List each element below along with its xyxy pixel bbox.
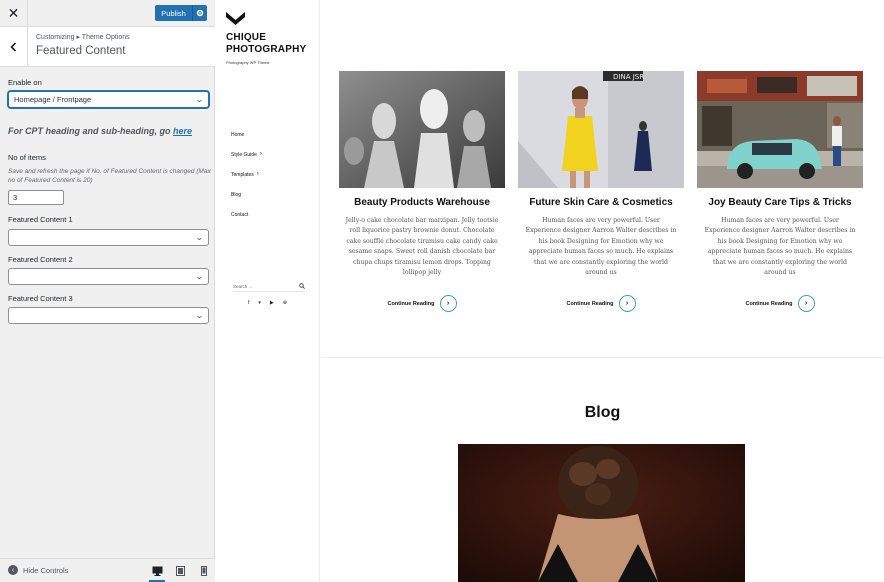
featured-1-label: Featured Content 1 (8, 215, 73, 224)
blog-post-image[interactable] (458, 444, 745, 582)
hide-controls-button[interactable]: ‹ Hide Controls (8, 565, 68, 575)
breadcrumb: Customizing ▸ Theme Options (36, 34, 130, 41)
continue-reading-link[interactable]: Continue Reading › (339, 295, 505, 312)
hide-controls-label[interactable]: Hide Controls (23, 566, 68, 575)
featured-card-title[interactable]: Joy Beauty Care Tips & Tricks (697, 197, 863, 208)
site-tagline: Photography WP Theme (226, 60, 270, 65)
customizer-panel: ✕ Publish Customizing ▸ Theme Options Fe… (0, 0, 215, 582)
arrow-right-icon[interactable]: › (618, 295, 636, 312)
blog-heading: Blog (584, 404, 621, 421)
site-main: Beauty Products Warehouse Jelly-o cake c… (321, 0, 884, 582)
nav-label[interactable]: Style Guide (231, 152, 257, 158)
section-header: Customizing ▸ Theme Options Featured Con… (0, 27, 215, 67)
featured-card: DINA JSR Future Skin Care & Cosmetics Hu… (518, 71, 684, 312)
desktop-preview-icon[interactable] (149, 565, 165, 582)
enable-on-select[interactable]: Homepage / Frontpage ⌄ (8, 91, 209, 108)
nav-label[interactable]: Blog (231, 192, 241, 198)
close-icon[interactable]: ✕ (0, 0, 28, 27)
site-nav: Home Style Guide › Templates › Blog Contac… (231, 132, 262, 232)
chevron-down-icon: ⌄ (195, 272, 205, 281)
featured-image-street[interactable] (697, 71, 863, 188)
arrow-right-icon[interactable]: › (797, 295, 815, 312)
cpt-link[interactable]: here (173, 126, 192, 136)
site-title-line1[interactable]: CHIQUE (226, 32, 306, 44)
site-title[interactable]: CHIQUE PHOTOGRAPHY (226, 32, 306, 56)
chevron-right-icon[interactable]: › (257, 171, 259, 177)
collapse-icon[interactable]: ‹ (8, 565, 18, 575)
chevron-down-icon: ⌄ (195, 95, 205, 104)
continue-reading-link[interactable]: Continue Reading › (697, 295, 863, 312)
nav-label[interactable]: Home (231, 132, 244, 138)
no-items-input[interactable]: 3 (8, 190, 64, 205)
section-divider (321, 357, 884, 358)
featured-2-label: Featured Content 2 (8, 255, 73, 264)
site-logo-icon[interactable] (226, 12, 245, 31)
site-title-line2[interactable]: PHOTOGRAPHY (226, 44, 306, 56)
featured-card-title[interactable]: Future Skin Care & Cosmetics (518, 197, 684, 208)
featured-card-title[interactable]: Beauty Products Warehouse (339, 197, 505, 208)
continue-reading-label[interactable]: Continue Reading (387, 301, 434, 307)
arrow-right-icon[interactable]: › (439, 295, 457, 312)
social-links: f ▾ ▶ ⊕ (248, 300, 287, 306)
twitter-icon[interactable]: ▾ (258, 300, 261, 306)
chevron-down-icon: ⌄ (195, 311, 205, 320)
featured-card-excerpt: Jelly-o cake chocolate bar marzipan. Jel… (345, 217, 499, 277)
nav-label[interactable]: Templates (231, 172, 254, 178)
publish-label[interactable]: Publish (155, 9, 192, 18)
nav-item-style-guide[interactable]: Style Guide › (231, 151, 262, 172)
chevron-down-icon: ⌄ (195, 233, 205, 242)
nav-item-templates[interactable]: Templates › (231, 171, 262, 192)
featured-card-excerpt: Human faces are very powerful. User Expe… (525, 217, 677, 277)
customizer-header: ✕ Publish (0, 0, 215, 27)
search-placeholder: Search ... (233, 283, 253, 289)
cpt-note: For CPT heading and sub-heading, go here (8, 126, 192, 136)
mobile-preview-icon[interactable] (198, 565, 210, 577)
cpt-note-text: For CPT heading and sub-heading, go (8, 126, 171, 136)
publish-button[interactable]: Publish (155, 5, 207, 21)
search-input[interactable]: Search ... (233, 281, 305, 292)
enable-on-label: Enable on (8, 78, 42, 87)
featured-1-select[interactable]: ⌄ (8, 229, 209, 246)
chevron-right-icon[interactable]: › (260, 151, 262, 157)
no-items-label: No of items (8, 153, 46, 162)
no-items-description: Save and refresh the page if No. of Feat… (8, 168, 211, 185)
customizer-footer: ‹ Hide Controls (0, 558, 215, 582)
nav-item-home[interactable]: Home (231, 132, 262, 152)
continue-reading-link[interactable]: Continue Reading › (518, 295, 684, 312)
back-arrow-icon[interactable] (0, 27, 28, 67)
facebook-icon[interactable]: f (248, 300, 249, 306)
featured-2-select[interactable]: ⌄ (8, 268, 209, 285)
tablet-preview-icon[interactable] (174, 565, 186, 577)
continue-reading-label[interactable]: Continue Reading (566, 301, 613, 307)
nav-label[interactable]: Contact (231, 212, 248, 218)
nav-item-contact[interactable]: Contact (231, 212, 262, 232)
featured-image-mannequins[interactable] (339, 71, 505, 188)
continue-reading-label[interactable]: Continue Reading (745, 301, 792, 307)
featured-3-label: Featured Content 3 (8, 294, 73, 303)
search-icon[interactable] (299, 283, 305, 289)
enable-on-value: Homepage / Frontpage (14, 95, 92, 104)
featured-card: Joy Beauty Care Tips & Tricks Human face… (697, 71, 863, 312)
featured-image-runway[interactable]: DINA JSR (518, 71, 684, 188)
site-sidebar: CHIQUE PHOTOGRAPHY Photography WP Theme … (216, 0, 320, 582)
gear-icon[interactable] (192, 5, 207, 21)
youtube-icon[interactable]: ▶ (270, 300, 274, 306)
pinterest-icon[interactable]: ⊕ (283, 300, 287, 306)
featured-card-excerpt: Human faces are very powerful. User Expe… (704, 217, 856, 277)
svg-text:DINA JSR: DINA JSR (613, 73, 644, 81)
section-title: Featured Content (36, 45, 126, 57)
featured-card: Beauty Products Warehouse Jelly-o cake c… (339, 71, 505, 312)
featured-3-select[interactable]: ⌄ (8, 307, 209, 324)
nav-item-blog[interactable]: Blog (231, 192, 262, 212)
